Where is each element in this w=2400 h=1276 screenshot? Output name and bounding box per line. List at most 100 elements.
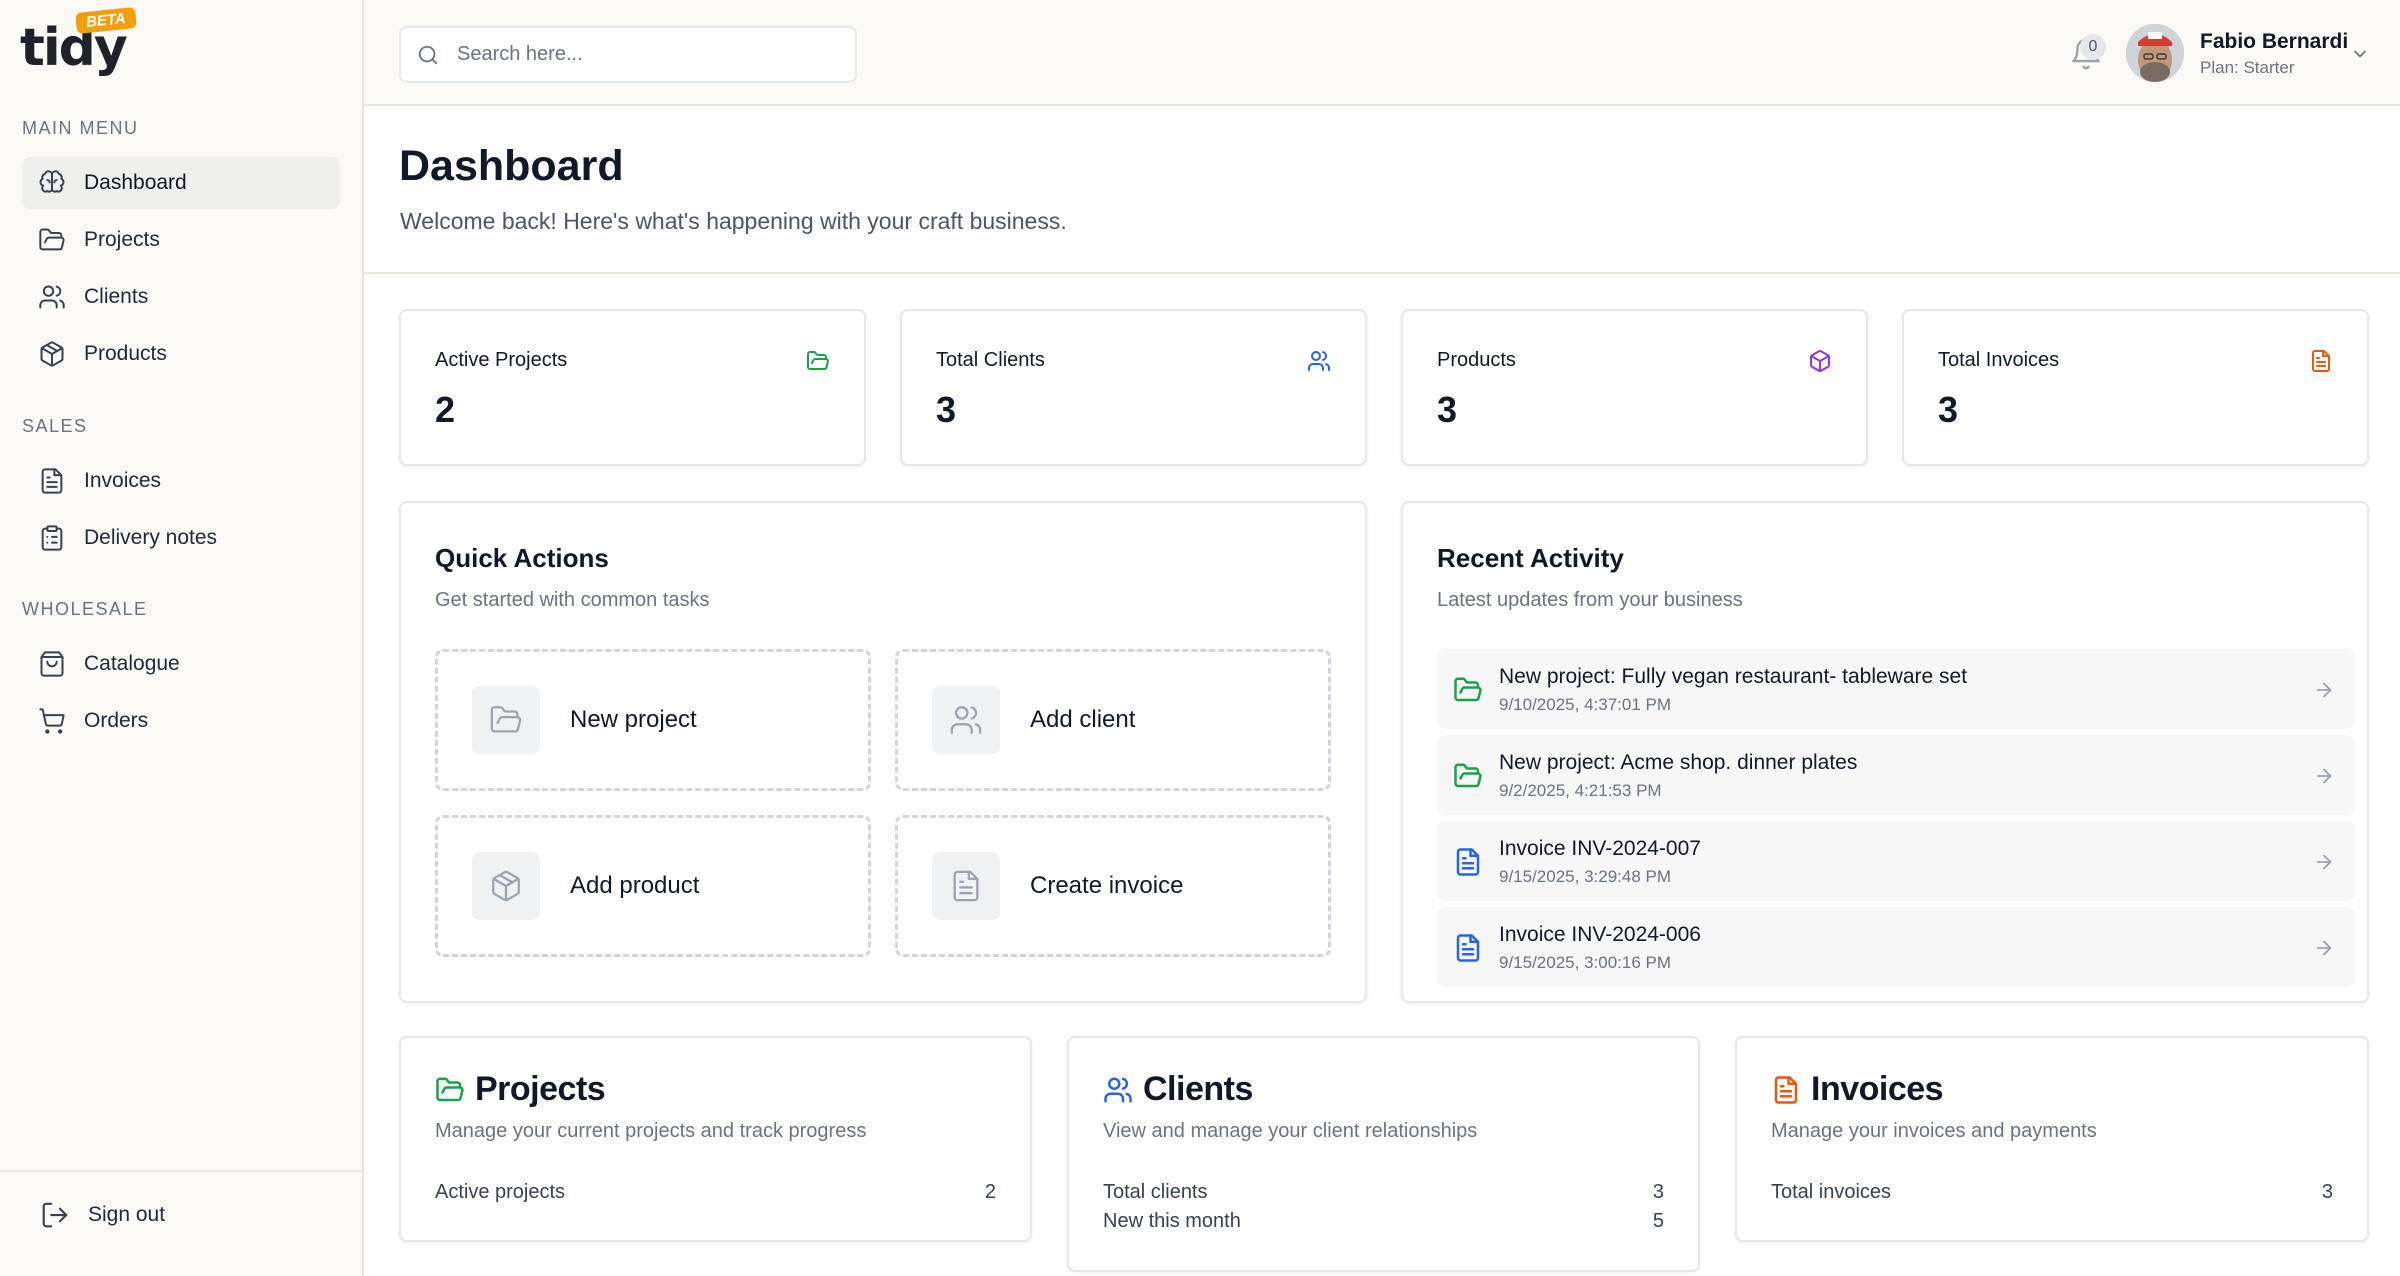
sidebar-item-clients[interactable]: Clients <box>22 271 340 323</box>
activity-title: New project: Fully vegan restaurant- tab… <box>1499 665 1968 688</box>
add-client-button[interactable]: Add client <box>895 649 1331 791</box>
quick-actions-panel: Quick Actions Get started with common ta… <box>399 501 1367 1003</box>
stat-card-total-invoices[interactable]: Total Invoices 3 <box>1902 309 2369 466</box>
sidebar-item-label: Orders <box>84 709 149 732</box>
sidebar-item-delivery-notes[interactable]: Delivery notes <box>22 512 340 564</box>
qa-label: Create invoice <box>1030 872 1184 899</box>
stat-value: 3 <box>1437 389 1458 430</box>
file-text-icon <box>953 870 979 902</box>
stat-card-products[interactable]: Products 3 <box>1401 309 1868 466</box>
folder-open-icon <box>436 1077 464 1101</box>
chevron-down-icon[interactable] <box>2350 44 2370 64</box>
file-text-icon <box>2312 350 2330 372</box>
summary-row: Total clients 3 <box>1103 1181 1664 1204</box>
summary-row: New this month 5 <box>1103 1210 1664 1233</box>
folder-open-icon <box>1454 763 1482 788</box>
summary-title-text: Invoices <box>1811 1070 1944 1108</box>
qa-label: New project <box>570 706 697 733</box>
stat-value: 3 <box>1938 389 1959 430</box>
stat-label: Total Invoices <box>1938 349 2060 371</box>
qa-icon-box <box>932 852 1000 920</box>
summary-subtitle: Manage your invoices and payments <box>1771 1120 2097 1142</box>
recent-activity-title: Recent Activity <box>1437 543 1624 573</box>
users-icon <box>1104 1077 1132 1102</box>
summary-row-label: Active projects <box>435 1181 566 1203</box>
summary-card-invoices[interactable]: Invoices Manage your invoices and paymen… <box>1735 1036 2369 1242</box>
sidebar-item-dashboard[interactable]: Dashboard <box>22 157 340 209</box>
stat-card-total-clients[interactable]: Total Clients 3 <box>900 309 1367 466</box>
activity-item[interactable]: Invoice INV-2024-007 9/15/2025, 3:29:48 … <box>1437 821 2355 901</box>
summary-title: Clients <box>1103 1070 1253 1109</box>
summary-title-text: Clients <box>1143 1070 1253 1108</box>
shopping-cart-icon <box>39 708 65 734</box>
summary-row-value: 3 <box>2321 1181 2333 1203</box>
quick-actions-subtitle: Get started with common tasks <box>435 589 710 611</box>
summary-title-text: Projects <box>475 1070 606 1108</box>
qa-label: Add product <box>570 872 700 899</box>
file-text-icon <box>1774 1075 1798 1104</box>
recent-activity-panel: Recent Activity Latest updates from your… <box>1401 501 2369 1003</box>
sidebar: tidy BETA MAIN MENU Dashboard Projects C… <box>0 0 364 1276</box>
sidebar-item-label: Catalogue <box>84 652 180 675</box>
top-header: 0 Fabio Bernardi Plan: Starter <box>364 0 2400 106</box>
activity-title: Invoice INV-2024-007 <box>1499 837 1701 860</box>
summary-row-value: 2 <box>984 1181 996 1203</box>
search-input[interactable] <box>457 43 837 66</box>
sidebar-item-projects[interactable]: Projects <box>22 214 340 266</box>
summary-row-value: 3 <box>1652 1181 1664 1203</box>
summary-subtitle: View and manage your client relationship… <box>1103 1120 1478 1142</box>
box-icon <box>492 870 520 902</box>
summary-row-label: New this month <box>1103 1210 1241 1232</box>
stat-label: Products <box>1437 349 1516 371</box>
sidebar-item-label: Products <box>84 342 167 365</box>
search-box[interactable] <box>399 26 857 83</box>
heading-divider <box>364 272 2400 274</box>
activity-time: 9/10/2025, 4:37:01 PM <box>1499 695 1672 714</box>
sidebar-divider <box>0 1170 364 1172</box>
activity-time: 9/2/2025, 4:21:53 PM <box>1499 781 1662 800</box>
search-icon <box>418 45 438 64</box>
activity-item[interactable]: New project: Acme shop. dinner plates 9/… <box>1437 735 2355 815</box>
activity-item[interactable]: New project: Fully vegan restaurant- tab… <box>1437 649 2355 729</box>
folder-open-icon <box>490 706 522 733</box>
folder-open-icon <box>1454 677 1482 702</box>
log-out-icon <box>42 1202 68 1228</box>
sign-out-label: Sign out <box>88 1203 166 1226</box>
summary-card-clients[interactable]: Clients View and manage your client rela… <box>1067 1036 1700 1272</box>
section-title-sales: SALES <box>22 416 88 436</box>
activity-title: Invoice INV-2024-006 <box>1499 923 1701 946</box>
folder-icon <box>39 228 65 251</box>
app-logo[interactable]: tidy BETA <box>20 6 150 78</box>
avatar[interactable] <box>2126 24 2184 82</box>
sidebar-item-label: Invoices <box>84 469 162 492</box>
users-icon <box>39 285 65 309</box>
qa-icon-box <box>472 852 540 920</box>
summary-title: Invoices <box>1771 1070 1944 1109</box>
qa-icon-box <box>932 686 1000 754</box>
activity-time: 9/15/2025, 3:00:16 PM <box>1499 953 1672 972</box>
sidebar-item-products[interactable]: Products <box>22 328 340 380</box>
summary-card-projects[interactable]: Projects Manage your current projects an… <box>399 1036 1032 1242</box>
file-text-icon <box>41 468 63 494</box>
activity-time: 9/15/2025, 3:29:48 PM <box>1499 867 1672 886</box>
users-icon <box>1308 351 1331 371</box>
clipboard-list-icon <box>41 525 63 551</box>
page-title: Dashboard <box>399 142 624 190</box>
add-product-button[interactable]: Add product <box>435 815 871 957</box>
stat-card-active-projects[interactable]: Active Projects 2 <box>399 309 866 466</box>
sidebar-item-invoices[interactable]: Invoices <box>22 455 340 507</box>
sign-out-button[interactable]: Sign out <box>40 1200 165 1230</box>
section-title-main-menu: MAIN MENU <box>22 118 139 138</box>
avatar-image <box>2126 24 2184 82</box>
create-invoice-button[interactable]: Create invoice <box>895 815 1331 957</box>
sidebar-item-catalogue[interactable]: Catalogue <box>22 638 340 690</box>
summary-row: Total invoices 3 <box>1771 1181 2333 1204</box>
summary-subtitle: Manage your current projects and track p… <box>435 1120 867 1142</box>
activity-item[interactable]: Invoice INV-2024-006 9/15/2025, 3:00:16 … <box>1437 907 2355 987</box>
sidebar-item-label: Projects <box>84 228 160 251</box>
sidebar-item-orders[interactable]: Orders <box>22 695 340 747</box>
stat-value: 2 <box>435 389 456 430</box>
summary-title: Projects <box>435 1070 606 1109</box>
new-project-button[interactable]: New project <box>435 649 871 791</box>
page-subtitle: Welcome back! Here's what's happening wi… <box>400 208 1067 234</box>
